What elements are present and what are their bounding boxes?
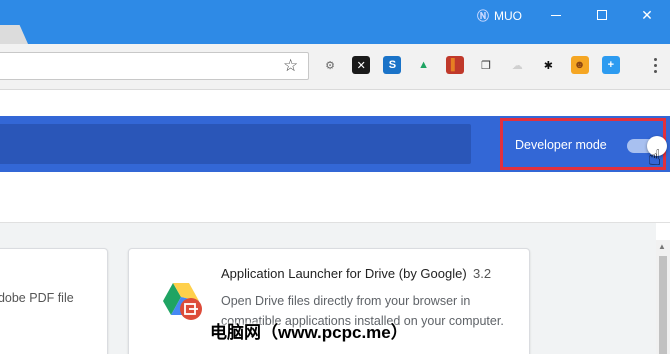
hand-cursor-icon: ☝ <box>648 145 662 170</box>
book-extension-icon[interactable]: ▌ <box>445 56 464 74</box>
face-extension-icon[interactable]: ☻ <box>570 56 589 74</box>
plus-extension-icon[interactable]: + <box>601 56 620 74</box>
minimize-button[interactable] <box>534 0 578 30</box>
window-titlebar: Ⓝ MUO ✕ <box>0 0 670 44</box>
browser-tab[interactable] <box>0 25 28 44</box>
muo-logo-icon: Ⓝ <box>476 9 489 23</box>
close-icon: ✕ <box>641 6 653 23</box>
extensions-header: Developer mode ☝ <box>0 116 670 172</box>
maximize-icon <box>597 10 607 20</box>
developer-mode-highlight: Developer mode ☝ <box>500 118 667 170</box>
extension-title: Application Launcher for Drive (by Googl… <box>221 266 467 281</box>
drive-launcher-icon <box>163 283 202 320</box>
extension-card: adobe PDF file <box>0 248 108 354</box>
more-menu-button[interactable] <box>648 54 662 76</box>
extension-description: adobe PDF file <box>0 291 74 305</box>
copy-extension-icon[interactable]: ❐ <box>477 56 495 74</box>
search-extensions-input[interactable] <box>0 124 471 164</box>
scrollbar-thumb[interactable] <box>659 256 667 354</box>
maximize-button[interactable] <box>580 0 624 30</box>
star-icon[interactable]: ☆ <box>283 57 298 75</box>
scrollbar[interactable]: ▲ <box>656 240 670 354</box>
minimize-icon <box>551 14 561 16</box>
x-extension-icon[interactable]: ✕ <box>352 56 371 74</box>
address-bar[interactable]: ☆ <box>0 52 309 80</box>
cloud-extension-icon[interactable]: ☁ <box>508 56 527 74</box>
watermark: 电脑网（www.pcpc.me） <box>210 323 408 342</box>
scroll-up-icon[interactable]: ▲ <box>658 242 666 251</box>
profile-badge-label: MUO <box>494 9 522 23</box>
profile-badge[interactable]: Ⓝ MUO <box>476 7 522 25</box>
paw-extension-icon[interactable]: ✱ <box>539 56 558 74</box>
developer-mode-label: Developer mode <box>515 138 607 152</box>
close-button[interactable]: ✕ <box>625 0 669 30</box>
gear-extension-icon[interactable]: ⚙ <box>321 56 339 74</box>
google-drive-extension-icon[interactable]: ▲ <box>414 56 433 74</box>
extension-version: 3.2 <box>473 266 492 281</box>
s-extension-icon[interactable]: S <box>383 56 402 74</box>
